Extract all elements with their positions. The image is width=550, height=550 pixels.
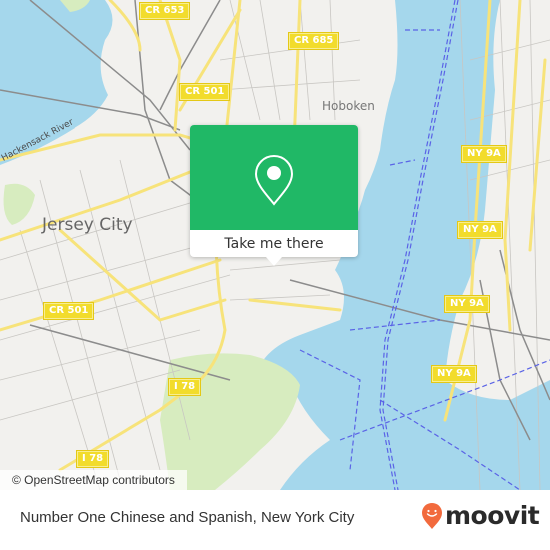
route-shield-cr501: CR 501 <box>42 302 95 320</box>
map-attribution[interactable]: © OpenStreetMap contributors <box>0 470 187 490</box>
route-shield-i78: I 78 <box>75 450 110 468</box>
moovit-logo[interactable]: moovit <box>421 501 540 530</box>
popup-pointer <box>266 257 282 266</box>
route-shield-ny9a: NY 9A <box>444 295 490 313</box>
place-label-jersey-city: Jersey City <box>42 215 133 235</box>
route-shield-cr685: CR 685 <box>287 32 340 50</box>
map-pin-icon <box>254 154 294 206</box>
route-shield-cr501: CR 501 <box>178 83 231 101</box>
footer: Number One Chinese and Spanish, New York… <box>0 490 550 550</box>
take-me-there-button[interactable]: Take me there <box>190 230 358 257</box>
place-label-hoboken: Hoboken <box>322 99 375 113</box>
map-view[interactable]: Jersey City Hoboken Hackensack River CR … <box>0 0 550 490</box>
route-shield-ny9a: NY 9A <box>457 221 503 239</box>
park-lincoln <box>3 183 35 225</box>
route-shield-ny9a: NY 9A <box>461 145 507 163</box>
moovit-wordmark: moovit <box>445 501 540 530</box>
route-shield-cr653: CR 653 <box>138 2 191 20</box>
route-shield-i78: I 78 <box>167 378 202 396</box>
moovit-pin-icon <box>422 502 442 529</box>
location-popup: Take me there <box>190 125 358 266</box>
popup-header <box>190 125 358 230</box>
route-shield-ny9a: NY 9A <box>431 365 477 383</box>
location-title: Number One Chinese and Spanish, New York… <box>20 509 355 526</box>
